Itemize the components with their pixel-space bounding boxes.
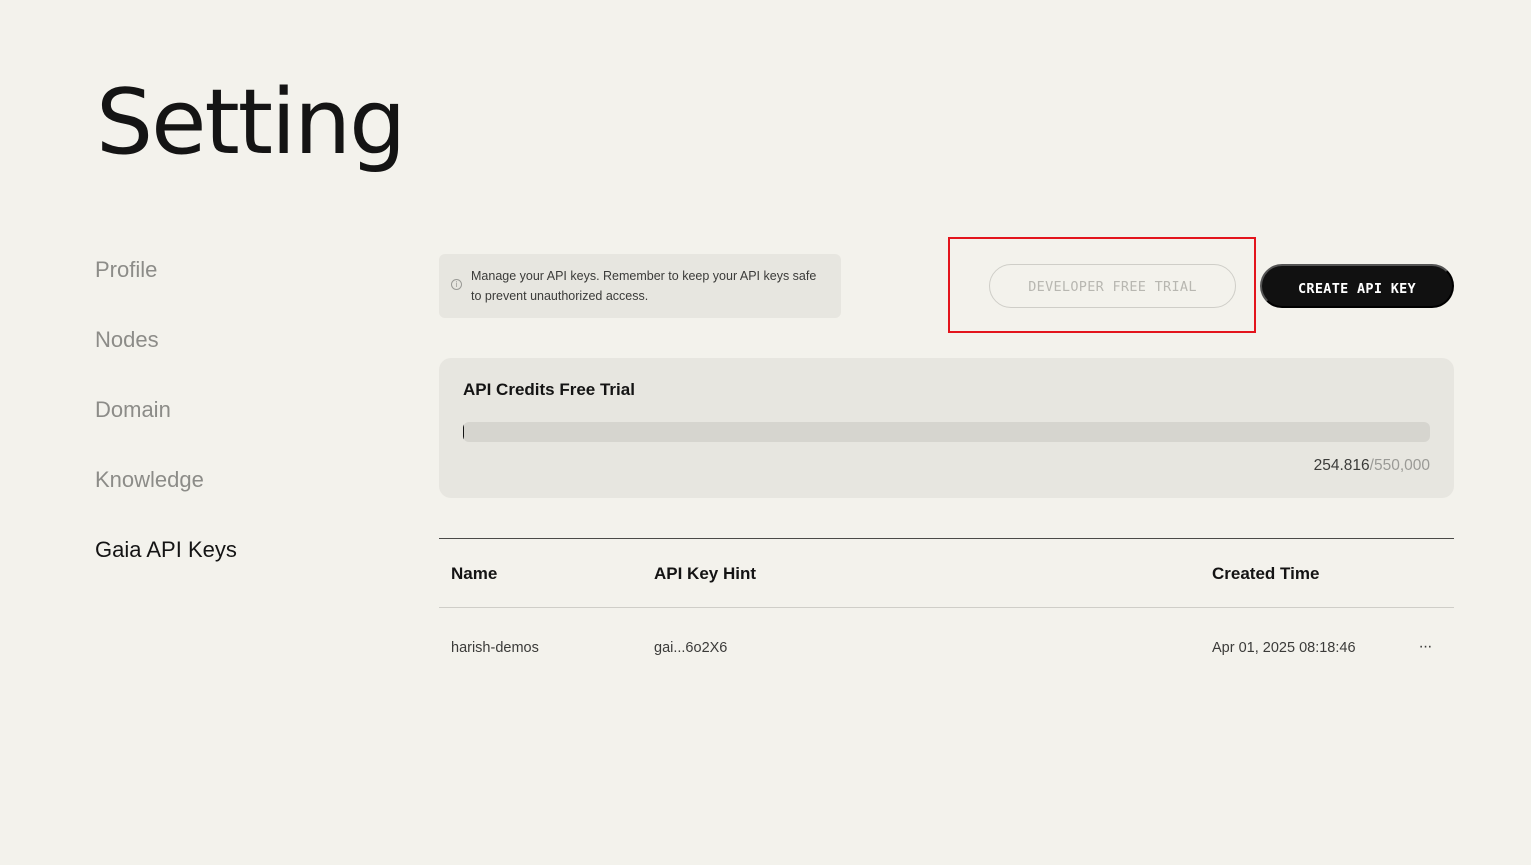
info-icon: i bbox=[451, 279, 462, 290]
api-keys-info-notice: i Manage your API keys. Remember to keep… bbox=[439, 254, 841, 318]
api-key-name: harish-demos bbox=[451, 640, 539, 656]
developer-free-trial-button[interactable]: DEVELOPER FREE TRIAL bbox=[989, 264, 1236, 308]
column-header-api-key-hint: API Key Hint bbox=[654, 564, 757, 583]
api-key-created-time: Apr 01, 2025 08:18:46 bbox=[1212, 640, 1356, 656]
api-credits-used: 254.816 bbox=[1313, 457, 1370, 474]
sidebar-item-domain[interactable]: Domain bbox=[95, 390, 395, 430]
more-options-icon[interactable]: ··· bbox=[1414, 632, 1436, 662]
api-keys-table: Name API Key Hint Created Time harish-de… bbox=[439, 538, 1454, 690]
settings-sidebar: Profile Nodes Domain Knowledge Gaia API … bbox=[95, 250, 395, 600]
api-credits-card: API Credits Free Trial 254.816/550,000 bbox=[439, 358, 1454, 498]
sidebar-item-gaia-api-keys[interactable]: Gaia API Keys bbox=[95, 530, 395, 570]
table-row: harish-demos gai...6o2X6 Apr 01, 2025 08… bbox=[439, 608, 1454, 690]
sidebar-item-knowledge[interactable]: Knowledge bbox=[95, 460, 395, 500]
table-header-row: Name API Key Hint Created Time bbox=[439, 539, 1454, 608]
api-credits-progress-bar bbox=[463, 422, 1430, 442]
info-notice-text: Manage your API keys. Remember to keep y… bbox=[471, 269, 817, 303]
api-credits-title: API Credits Free Trial bbox=[463, 380, 635, 399]
page-title: Setting bbox=[96, 70, 406, 175]
settings-page: Setting Profile Nodes Domain Knowledge G… bbox=[0, 0, 1531, 865]
create-api-key-button[interactable]: CREATE API KEY bbox=[1260, 264, 1454, 308]
api-credits-total: /550,000 bbox=[1369, 457, 1430, 474]
api-key-hint: gai...6o2X6 bbox=[654, 640, 728, 656]
sidebar-item-profile[interactable]: Profile bbox=[95, 250, 395, 290]
api-credits-count: 254.816/550,000 bbox=[1314, 457, 1430, 475]
column-header-name: Name bbox=[451, 564, 498, 583]
sidebar-item-nodes[interactable]: Nodes bbox=[95, 320, 395, 360]
column-header-created-time: Created Time bbox=[1212, 564, 1320, 583]
